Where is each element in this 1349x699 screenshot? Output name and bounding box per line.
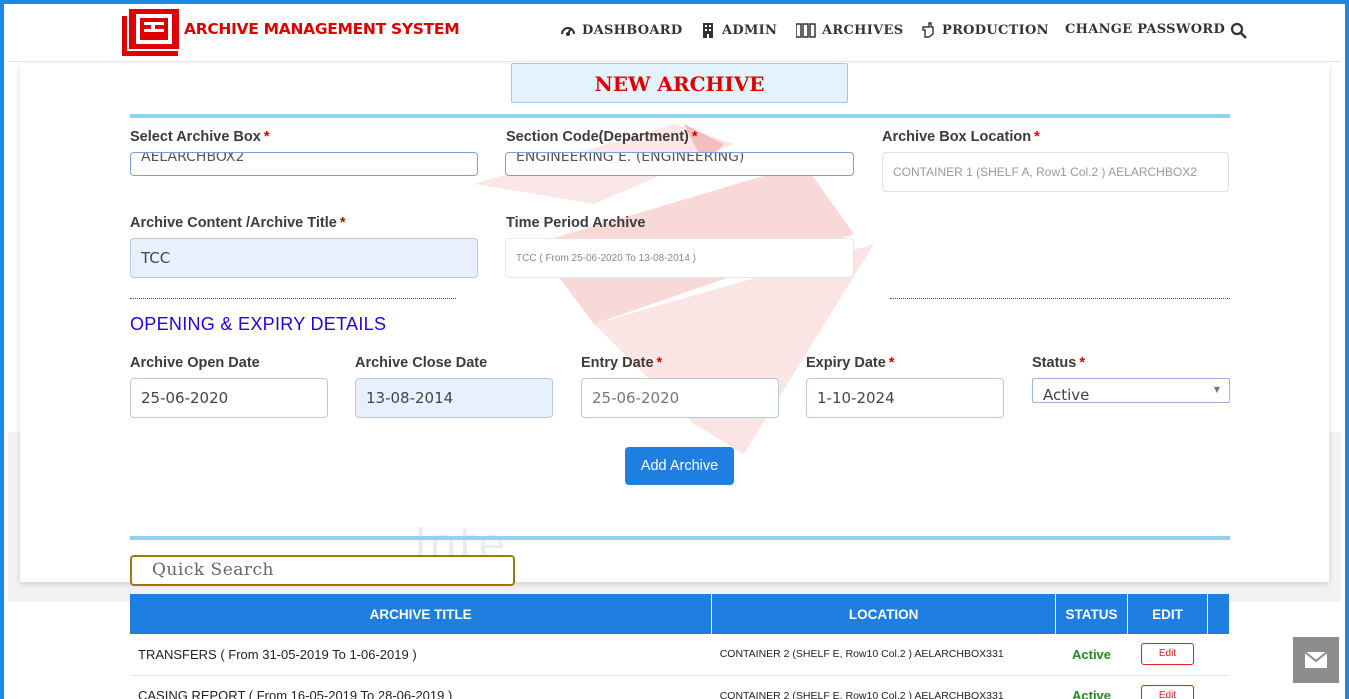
section-code-label: Section Code(Department) * [506, 129, 698, 145]
logo-icon[interactable] [122, 8, 186, 56]
archive-box-label: Select Archive Box * [130, 129, 270, 145]
edit-button[interactable]: Edit [1141, 684, 1194, 699]
entry-date-input[interactable]: 25-06-2020 [581, 378, 779, 418]
expiry-date-input[interactable]: 1-10-2024 [806, 378, 1004, 418]
divider-bottom [130, 536, 1230, 540]
table-row: CASING REPORT ( From 16-05-2019 To 28-06… [130, 675, 1230, 699]
close-date-label: Archive Close Date [355, 355, 488, 371]
page-title: NEW ARCHIVE [511, 63, 848, 103]
section-title: OPENING & EXPIRY DETAILS [130, 314, 387, 334]
row-location: CONTAINER 2 (SHELF E, Row10 Col.2 ) AELA… [711, 675, 1056, 699]
expiry-date-label: Expiry Date * [806, 355, 895, 371]
content-title-input[interactable]: TCC [130, 238, 478, 278]
content-title-label: Archive Content /Archive Title * [130, 215, 346, 231]
app-window: Inte ARCHIVE MANAGEMENT SYSTEM DASHBOARD… [0, 0, 1349, 699]
divider-top [130, 114, 1230, 118]
entry-date-label: Entry Date * [581, 355, 663, 371]
box-location-label: Archive Box Location * [882, 129, 1040, 145]
nav-archives-label: ARCHIVES [822, 22, 904, 38]
nav-dashboard[interactable]: DASHBOARD [560, 22, 682, 38]
col-archive-title[interactable]: ARCHIVE TITLE [130, 594, 713, 634]
col-edit[interactable]: EDIT [1127, 594, 1208, 634]
nav-production[interactable]: PRODUCTION [920, 22, 1049, 38]
time-period-field: TCC ( From 25-06-2020 To 13-08-2014 ) [505, 238, 854, 278]
box-location-field: CONTAINER 1 (SHELF A, Row1 Col.2 ) AELAR… [882, 152, 1229, 192]
building-icon [703, 23, 713, 38]
nav-production-label: PRODUCTION [942, 22, 1049, 38]
row-status: Active [1055, 634, 1128, 676]
col-status[interactable]: STATUS [1055, 594, 1129, 634]
open-date-label: Archive Open Date [130, 355, 260, 371]
table-row: TRANSFERS ( From 31-05-2019 To 1-06-2019… [130, 634, 1230, 676]
hand-pointer-icon [922, 22, 934, 38]
nav-admin-label: ADMIN [722, 22, 778, 38]
col-location[interactable]: LOCATION [711, 594, 1057, 634]
edit-button[interactable]: Edit [1141, 643, 1194, 666]
archive-box-select[interactable]: AELARCHBOX2 [130, 152, 478, 176]
nav-admin[interactable]: ADMIN [700, 22, 777, 38]
nav-archives[interactable]: ARCHIVES [796, 22, 903, 38]
section-code-select[interactable]: ENGINEERING E. (ENGINEERING) [505, 152, 854, 176]
row-status: Active [1055, 675, 1128, 699]
add-archive-button[interactable]: Add Archive [625, 447, 734, 485]
col-spacer [1207, 594, 1231, 634]
dashboard-icon [561, 27, 575, 36]
row-location: CONTAINER 2 (SHELF E, Row10 Col.2 ) AELA… [711, 634, 1056, 676]
mail-icon [1305, 652, 1327, 668]
row-edit-cell: Edit [1127, 634, 1208, 676]
row-edit-cell: Edit [1127, 675, 1208, 699]
dotted-divider-left [130, 298, 456, 299]
nav-change-password[interactable]: CHANGE PASSWORD [1065, 22, 1225, 37]
row-title: TRANSFERS ( From 31-05-2019 To 1-06-2019… [130, 634, 712, 676]
nav-dashboard-label: DASHBOARD [582, 22, 683, 38]
row-title: CASING REPORT ( From 16-05-2019 To 28-06… [130, 675, 712, 699]
quick-search-input[interactable]: Quick Search [130, 555, 515, 586]
dotted-divider-right [890, 298, 1230, 299]
table-header-row: ARCHIVE TITLE LOCATION STATUS EDIT [130, 594, 1231, 634]
open-date-input[interactable]: 25-06-2020 [130, 378, 328, 418]
nav-change-password-label: CHANGE PASSWORD [1065, 22, 1226, 37]
contact-button[interactable] [1293, 637, 1339, 683]
archive-boxes-icon [796, 23, 816, 38]
search-icon[interactable] [1230, 22, 1248, 40]
time-period-label: Time Period Archive [506, 215, 646, 231]
app-title[interactable]: ARCHIVE MANAGEMENT SYSTEM [184, 20, 460, 38]
dropdown-arrow-icon: ▼ [1213, 385, 1220, 394]
status-label: Status * [1032, 355, 1085, 371]
status-select[interactable]: Active ▼ [1032, 378, 1230, 403]
archives-table: ARCHIVE TITLE LOCATION STATUS EDIT TRANS… [130, 594, 1231, 699]
close-date-input[interactable]: 13-08-2014 [355, 378, 553, 418]
